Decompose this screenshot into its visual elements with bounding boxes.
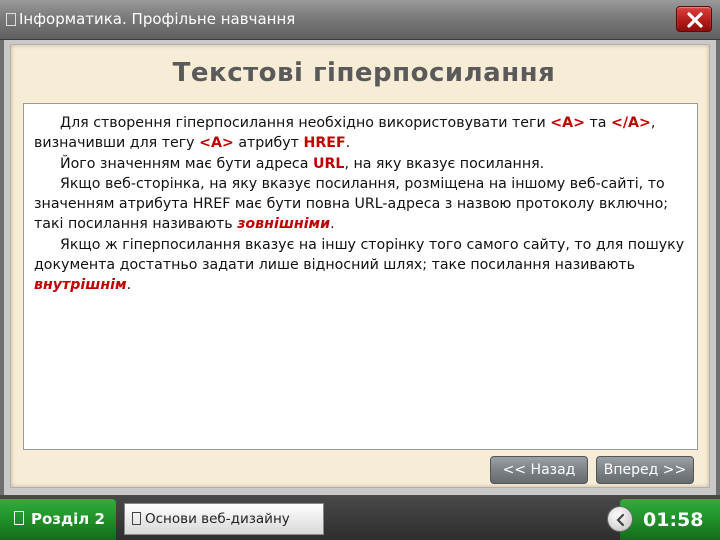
section-tab[interactable]: Розділ 2 [0,499,116,540]
topic-label: Основи веб-дизайну [145,511,290,527]
paragraph-4: Якщо ж гіперпосилання вказує на іншу сто… [34,236,685,294]
timer-display: 01:58 [643,509,704,531]
window-titlebar: Інформатика. Профільне навчання [0,0,720,40]
paragraph-3: Якщо веб-сторінка, на яку вказує посилан… [34,175,669,233]
back-button[interactable]: << Назад [490,456,588,484]
paragraph-2: Його значенням має бути адреса URL, на я… [60,155,545,172]
slide-text: Для створення гіперпосилання необхідно в… [23,103,698,450]
paragraph-1: Для створення гіперпосилання необхідно в… [34,115,656,152]
next-button[interactable]: Вперед >> [596,456,694,484]
section-label: Розділ 2 [31,510,105,528]
close-button[interactable] [676,6,712,32]
back-arrow-icon[interactable] [607,506,633,532]
document-icon [6,13,16,26]
topic-icon [132,512,141,525]
topic-tab[interactable]: Основи веб-дизайну [124,503,324,535]
section-icon [14,511,24,525]
slide-heading: Текстові гіперпосилання [172,58,556,88]
window-title: Інформатика. Профільне навчання [19,10,296,28]
close-x-icon [687,12,703,28]
